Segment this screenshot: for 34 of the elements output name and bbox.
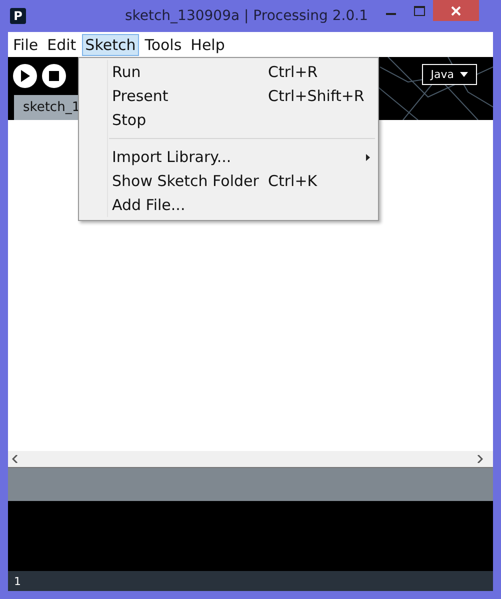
- menu-entry[interactable]: Import Library...: [79, 145, 378, 169]
- menu-item[interactable]: Tools: [142, 34, 185, 56]
- scroll-right-icon[interactable]: [477, 455, 483, 463]
- menu-entry[interactable]: Run Ctrl+R: [79, 60, 378, 84]
- menu-entry-label: Import Library...: [112, 148, 232, 166]
- menu-entry-label: Show Sketch Folder: [112, 172, 260, 190]
- mode-dropdown[interactable]: Java: [422, 64, 477, 85]
- play-icon: [20, 70, 30, 82]
- menu-item[interactable]: Help: [188, 34, 228, 56]
- menu-item[interactable]: Sketch: [82, 34, 139, 56]
- scroll-left-icon[interactable]: [12, 455, 18, 463]
- menu-entry-label: Add File...: [112, 196, 186, 214]
- menu-entry[interactable]: Show Sketch Folder Ctrl+K: [79, 169, 378, 193]
- shortcut-label: Ctrl+R: [268, 63, 319, 81]
- close-button[interactable]: [433, 0, 479, 21]
- stop-button[interactable]: [42, 64, 66, 88]
- maximize-icon: [414, 6, 424, 16]
- app-logo: P: [10, 8, 26, 24]
- menu-entry[interactable]: Add File...: [79, 193, 378, 217]
- line-number: 1: [8, 571, 493, 591]
- stop-icon: [49, 71, 59, 81]
- shortcut-label: Ctrl+Shift+R: [268, 87, 366, 105]
- run-button[interactable]: [13, 64, 37, 88]
- menu-item[interactable]: Edit: [44, 34, 80, 56]
- window-title: sketch_130909a | Processing 2.0.1: [124, 8, 368, 24]
- menu-entry-label: Present: [112, 87, 170, 105]
- minimize-icon: [386, 13, 396, 15]
- submenu-arrow-icon: [366, 154, 370, 160]
- shortcut-label: Ctrl+K: [268, 172, 318, 190]
- menu-entry-label: Run: [112, 63, 142, 81]
- dropdown-caret-icon: [460, 72, 468, 77]
- menu-item[interactable]: File: [10, 34, 42, 56]
- close-icon: [451, 6, 461, 16]
- menu-entry-label: Stop: [112, 111, 148, 129]
